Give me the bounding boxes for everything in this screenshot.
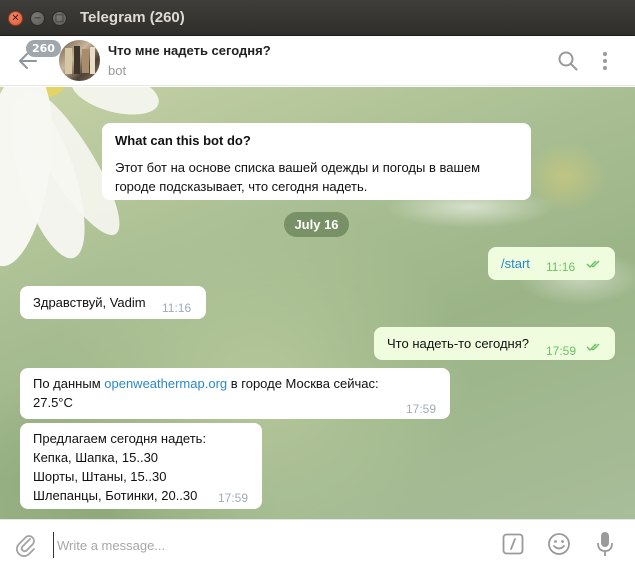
chat-avatar[interactable] bbox=[59, 40, 100, 81]
bot-info-heading: What can this bot do? bbox=[115, 133, 251, 148]
paperclip-icon bbox=[16, 535, 35, 557]
message-text: Здравствуй, Vadim bbox=[33, 295, 146, 310]
bot-info-body: Этот бот на основе списка вашей одежды и… bbox=[115, 160, 481, 194]
message-incoming[interactable]: Предлагаем сегодня надеть: Кепка, Шапка,… bbox=[20, 423, 262, 509]
window-maximize-button[interactable]: □ bbox=[52, 11, 67, 26]
close-icon: ✕ bbox=[11, 13, 20, 24]
message-time: 17:59 bbox=[406, 402, 437, 416]
message-time: 11:16 bbox=[162, 301, 192, 315]
chat-title[interactable]: Что мне надеть сегодня? bbox=[108, 43, 271, 58]
slash-command-icon bbox=[502, 533, 524, 555]
message-text: Предлагаем сегодня надеть: Кепка, Шапка,… bbox=[33, 431, 207, 503]
message-incoming[interactable]: По данным openweathermap.org в городе Мо… bbox=[20, 368, 450, 419]
unread-badge: 260 bbox=[26, 40, 61, 57]
smile-icon bbox=[548, 533, 570, 555]
search-button[interactable] bbox=[557, 50, 579, 72]
bot-commands-button[interactable] bbox=[502, 533, 524, 555]
compose-bar bbox=[0, 519, 635, 569]
voice-record-button[interactable] bbox=[596, 531, 614, 558]
message-text: Что надеть-то сегодня? bbox=[387, 336, 529, 351]
message-outgoing[interactable]: Что надеть-то сегодня? 17:59 bbox=[374, 327, 615, 360]
message-incoming[interactable]: Здравствуй, Vadim 11:16 bbox=[20, 286, 206, 319]
minimize-icon: − bbox=[33, 13, 42, 24]
message-text[interactable]: /start bbox=[501, 254, 530, 273]
message-text: По данным openweathermap.org в городе Мо… bbox=[33, 376, 379, 410]
window-title: Telegram (260) bbox=[80, 9, 185, 26]
message-time: 17:59 bbox=[546, 344, 577, 358]
search-icon bbox=[558, 51, 578, 71]
chat-header: 260 Что мне надеть сегодня? bot bbox=[0, 36, 635, 86]
bot-info-card: What can this bot do? Этот бот на основе… bbox=[102, 123, 531, 200]
microphone-icon bbox=[597, 532, 613, 556]
weather-link[interactable]: openweathermap.org bbox=[104, 376, 227, 391]
message-input[interactable] bbox=[53, 532, 473, 558]
message-history[interactable]: What can this bot do? Этот бот на основе… bbox=[0, 87, 635, 519]
message-time: 17:59 bbox=[218, 491, 249, 505]
more-vertical-icon bbox=[603, 52, 607, 70]
message-outgoing[interactable]: /start 11:16 bbox=[488, 247, 615, 280]
attach-button[interactable] bbox=[14, 532, 38, 558]
read-double-check-icon bbox=[586, 260, 600, 269]
window-titlebar: ✕ − □ Telegram (260) bbox=[0, 0, 635, 36]
telegram-window: ✕ − □ Telegram (260) 260 Что мне надеть … bbox=[0, 0, 635, 569]
wallpaper-petal bbox=[66, 87, 164, 123]
read-double-check-icon bbox=[586, 343, 600, 352]
chat-subtitle: bot bbox=[108, 63, 127, 78]
window-close-button[interactable]: ✕ bbox=[8, 11, 23, 26]
more-menu-button[interactable] bbox=[598, 50, 612, 72]
maximize-icon: □ bbox=[54, 13, 65, 24]
date-separator: July 16 bbox=[284, 212, 349, 237]
emoji-button[interactable] bbox=[547, 532, 571, 556]
window-minimize-button[interactable]: − bbox=[30, 11, 45, 26]
message-time: 11:16 bbox=[546, 260, 576, 274]
